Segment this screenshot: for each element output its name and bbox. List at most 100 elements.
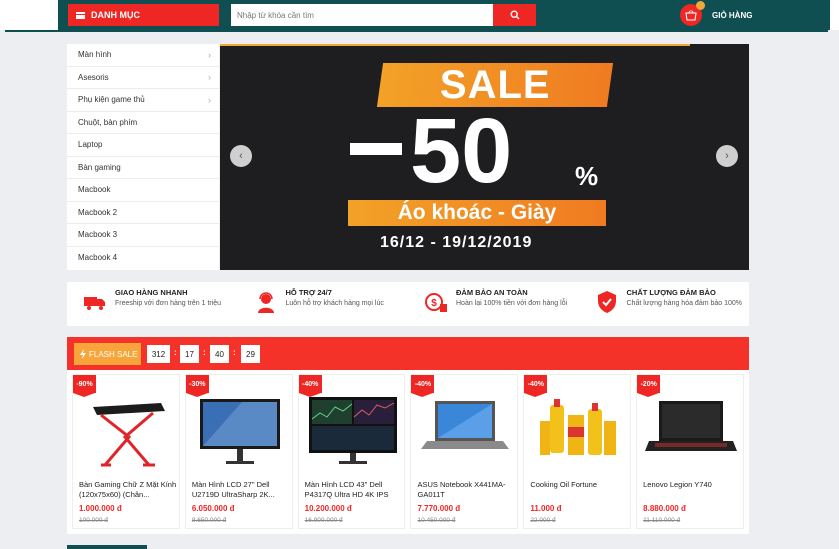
product-name: Màn Hình LCD 43" Dell P4317Q Ultra HD 4K… xyxy=(304,480,389,499)
product-name: Màn Hình LCD 27" Dell U2719D UltraSharp … xyxy=(191,480,275,499)
service-desc: Luôn hỗ trợ khách hàng mọi lúc xyxy=(285,300,384,307)
service-title: GIAO HÀNG NHANH xyxy=(115,288,188,297)
product-name: Lenovo Legion Y740 xyxy=(643,480,712,489)
product-card[interactable]: -30% Màn Hình LCD 27" Dell U2719D UltraS… xyxy=(184,374,293,529)
flash-sale-products: -90% Bàn Gaming Chữ Z Mặt Kính (120x75x6… xyxy=(72,374,744,529)
sidebar-item-laptop[interactable]: Laptop xyxy=(67,134,219,157)
product-price: 11.000 đ xyxy=(530,504,562,513)
money-back-icon: $ xyxy=(425,293,447,312)
discount-number: 50 xyxy=(410,100,513,202)
truck-icon xyxy=(84,297,105,310)
sidebar-item-label: Macbook xyxy=(78,185,111,195)
sidebar-item-asesoris[interactable]: Asesoris › xyxy=(67,67,219,89)
service-desc: Freeship với đơn hàng trên 1 triệu xyxy=(115,300,222,307)
discount-badge: -20% xyxy=(637,375,661,397)
category-sidebar: Màn hình › Asesoris › Phụ kiện game thủ › C… xyxy=(67,44,219,270)
product-card[interactable]: -40% Màn Hình LCD 43" Dell P4317Q Ultra … xyxy=(297,374,406,529)
banner-subtitle: Áo khoác - Giày xyxy=(348,200,606,226)
product-card[interactable]: -40% ASUS Notebook X441MA-GA011T 7.770.0… xyxy=(410,374,519,529)
chevron-right-icon: › xyxy=(208,94,211,105)
timer-seconds: 29 xyxy=(241,345,260,363)
timer-hours: 17 xyxy=(180,345,199,363)
sidebar-item-label: Bàn gaming xyxy=(78,162,121,172)
cart-badge xyxy=(696,1,705,10)
banner-accent-line xyxy=(220,44,690,46)
discount-badge: -40% xyxy=(524,375,548,397)
search-bar xyxy=(231,4,536,26)
service-highlights: GIAO HÀNG NHANH Freeship với đơn hàng tr… xyxy=(67,282,749,326)
timer-minutes: 40 xyxy=(210,345,229,363)
cart-icon xyxy=(680,1,705,26)
product-name: Bàn Gaming Chữ Z Mặt Kính (120x75x60) (C… xyxy=(79,480,177,499)
sidebar-item-man-hinh[interactable]: Màn hình › xyxy=(67,44,219,67)
product-card[interactable]: -90% Bàn Gaming Chữ Z Mặt Kính (120x75x6… xyxy=(72,374,180,529)
service-title: HỖ TRỢ 24/7 xyxy=(285,288,332,297)
timer-days: 312 xyxy=(147,345,170,363)
chevron-left-icon: ‹ xyxy=(239,150,243,162)
sidebar-item-label: Laptop xyxy=(78,140,103,150)
flash-sale-text: FLASH SALE xyxy=(89,349,138,359)
sidebar-item-macbook-4[interactable]: Macbook 4 xyxy=(67,247,219,270)
prev-slide-button[interactable]: ‹ xyxy=(230,145,252,167)
sidebar-item-label: Macbook 4 xyxy=(78,253,118,263)
category-menu-label: DANH MỤC xyxy=(91,10,140,20)
percent-sign: % xyxy=(575,161,599,191)
product-price: 8.880.000 đ xyxy=(643,504,686,513)
sidebar-item-chuot-ban-phim[interactable]: Chuột, bàn phím xyxy=(67,112,219,134)
svg-text:$: $ xyxy=(431,298,437,309)
service-support: HỖ TRỢ 24/7 Luôn hỗ trợ khách hàng mọi l… xyxy=(238,282,409,326)
product-card[interactable]: -20% Lenovo Legion Y740 8.880.000 đ 11.1… xyxy=(636,374,744,529)
product-old-price: 16.900.000 đ xyxy=(304,517,343,524)
product-old-price: 8.650.000 đ xyxy=(191,517,227,524)
timer-separator: : xyxy=(174,348,177,357)
service-fast-delivery: GIAO HÀNG NHANH Freeship với đơn hàng tr… xyxy=(67,282,238,326)
service-desc: Chất lượng hàng hóa đảm bảo 100% xyxy=(626,300,743,307)
service-safety: $ ĐẢM BẢO AN TOÀN Hoàn lại 100% tiền với… xyxy=(408,282,579,326)
product-old-price: 10.450.000 đ xyxy=(417,517,456,524)
flash-sale-header: FLASH SALE 312 : 17 : 40 : 29 xyxy=(67,337,749,370)
category-menu-button[interactable]: DANH MỤC xyxy=(68,4,219,26)
top-header: DANH MỤC GIỎ HÀNG xyxy=(0,0,839,30)
support-agent-icon xyxy=(257,292,274,313)
lightning-icon xyxy=(80,349,86,359)
flash-sale-label[interactable]: FLASH SALE xyxy=(74,343,141,365)
timer-separator: : xyxy=(233,348,236,357)
search-button[interactable] xyxy=(493,4,536,26)
product-name: ASUS Notebook X441MA-GA011T xyxy=(417,480,506,499)
service-title: ĐẢM BẢO AN TOÀN xyxy=(456,288,528,297)
flash-sale-section: FLASH SALE 312 : 17 : 40 : 29 -90% Bàn G… xyxy=(67,337,749,534)
service-desc: Hoàn lại 100% tiền với đơn hàng lỗi xyxy=(456,300,568,307)
search-icon xyxy=(509,10,519,20)
chevron-right-icon: › xyxy=(208,49,211,60)
product-price: 1.000.000 đ xyxy=(79,504,122,513)
sidebar-item-macbook-2[interactable]: Macbook 2 xyxy=(67,202,219,224)
hero-banner[interactable]: SALE 50 % Áo khoác - Giày 16/12 - 19/12/… xyxy=(220,44,749,270)
cart-button[interactable]: GIỎ HÀNG xyxy=(680,1,752,26)
minus-sign xyxy=(350,143,402,155)
hamburger-icon xyxy=(76,11,85,19)
discount-badge: -90% xyxy=(73,375,96,397)
search-input[interactable] xyxy=(231,4,493,26)
product-price: 6.050.000 đ xyxy=(191,504,235,513)
chevron-right-icon: › xyxy=(208,72,211,83)
discount-badge: -40% xyxy=(411,375,435,397)
sidebar-item-label: Chuột, bàn phím xyxy=(78,117,138,127)
product-card[interactable]: -40% Cooking Oil Fortune 11.000 đ 22.000… xyxy=(523,374,632,529)
service-title: CHẤT LƯỢNG ĐẢM BẢO xyxy=(626,288,716,297)
next-slide-button[interactable]: › xyxy=(716,145,738,167)
sidebar-item-ban-gaming[interactable]: Bàn gaming xyxy=(67,157,219,179)
header-divider xyxy=(5,30,828,32)
banner-dates: 16/12 - 19/12/2019 xyxy=(380,234,533,251)
sidebar-item-label: Macbook 2 xyxy=(78,207,118,217)
chevron-right-icon: › xyxy=(725,150,729,162)
sidebar-item-label: Asesoris xyxy=(78,72,109,82)
product-old-price: 100.000 đ xyxy=(79,517,108,524)
sidebar-item-label: Phụ kiện game thủ xyxy=(78,95,145,105)
next-section-tab xyxy=(67,545,147,549)
sidebar-item-phu-kien-game-thu[interactable]: Phụ kiện game thủ › xyxy=(67,89,219,112)
product-price: 10.200.000 đ xyxy=(304,504,352,513)
sidebar-item-macbook-3[interactable]: Macbook 3 xyxy=(67,224,219,247)
discount-badge: -40% xyxy=(298,375,322,397)
sidebar-item-macbook[interactable]: Macbook xyxy=(67,179,219,202)
shield-check-icon xyxy=(597,291,616,313)
